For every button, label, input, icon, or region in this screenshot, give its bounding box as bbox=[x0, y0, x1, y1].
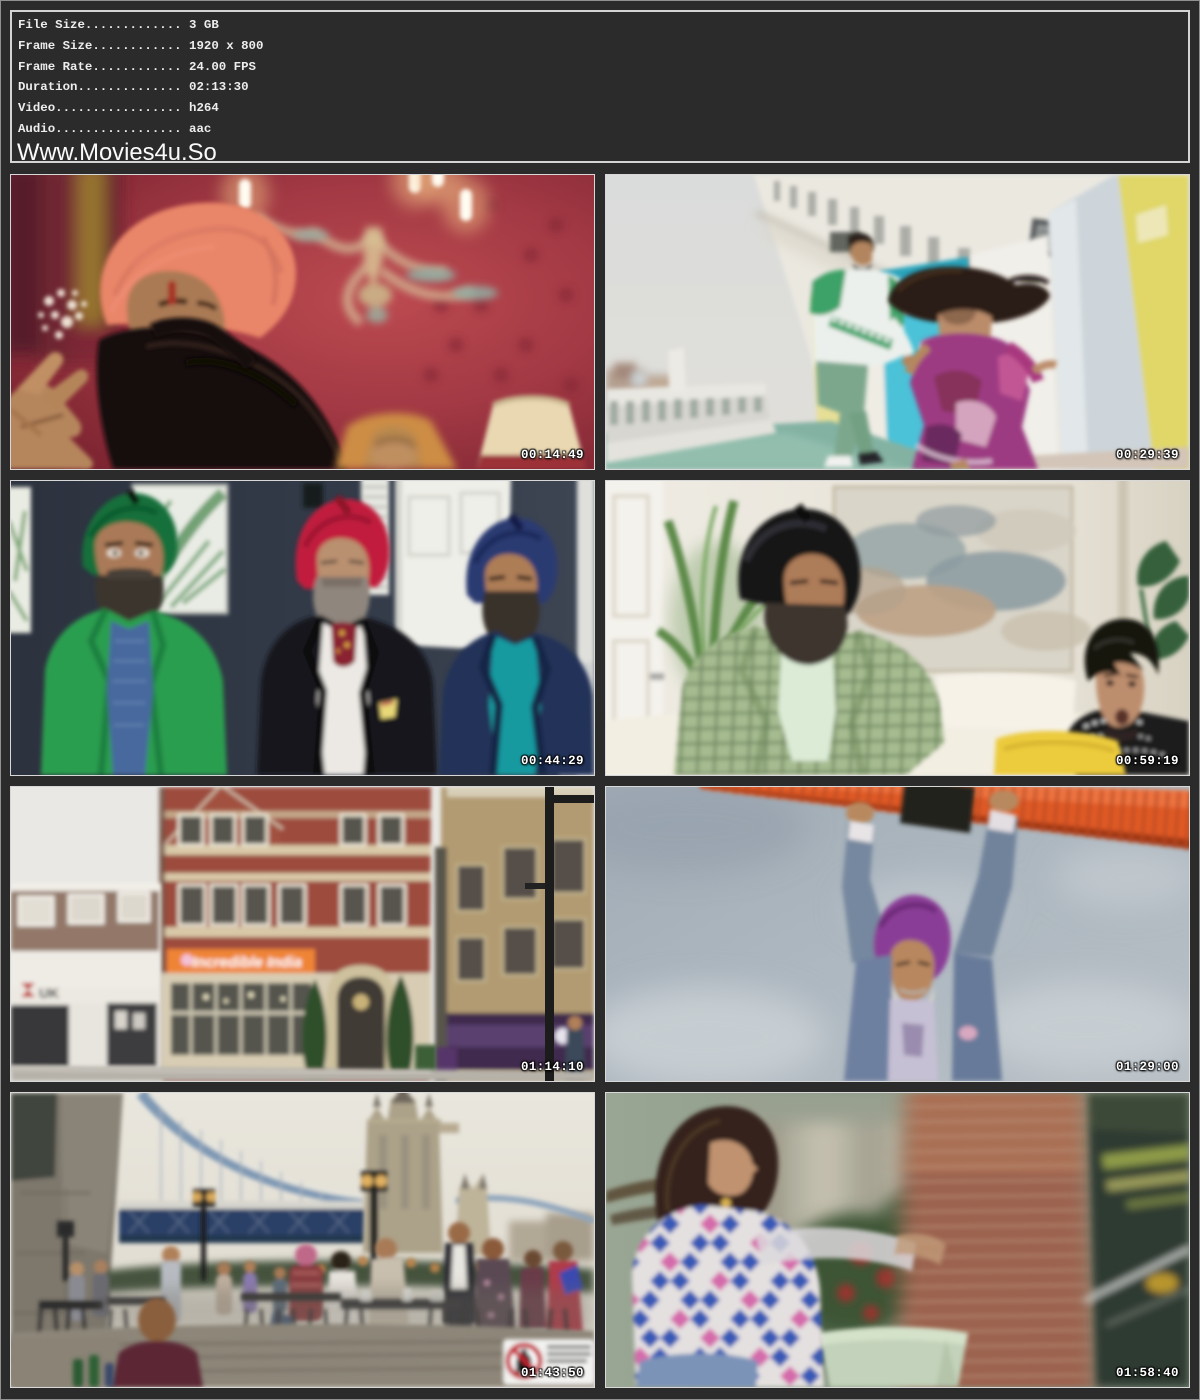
svg-text:UK: UK bbox=[39, 985, 59, 1001]
svg-text:Incredible India: Incredible India bbox=[192, 954, 302, 971]
